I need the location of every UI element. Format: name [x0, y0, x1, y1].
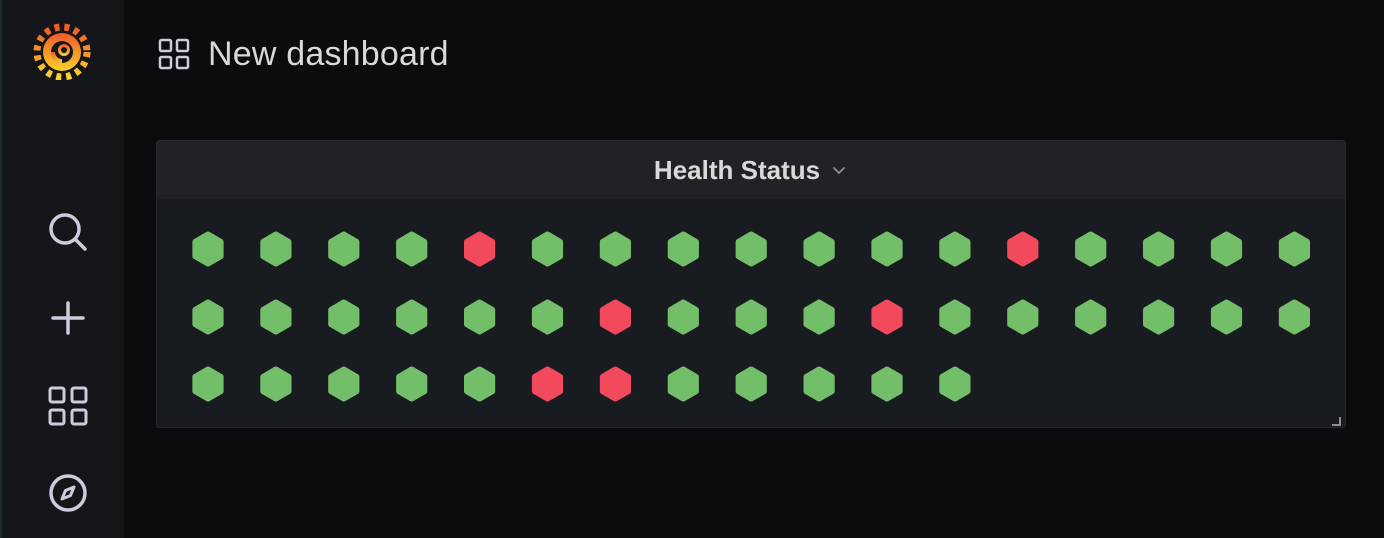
health-cell-ok[interactable]: [260, 299, 292, 335]
health-cell-ok[interactable]: [1143, 231, 1175, 267]
nav-create[interactable]: [40, 292, 96, 348]
health-cell-ok[interactable]: [735, 299, 767, 335]
health-cell-ok[interactable]: [1278, 231, 1310, 267]
health-cell-ok[interactable]: [260, 231, 292, 267]
resize-handle-icon[interactable]: [1331, 413, 1341, 426]
panel-title: Health Status: [653, 154, 821, 185]
health-cell-ok[interactable]: [464, 299, 496, 335]
health-cell-ok[interactable]: [667, 299, 699, 335]
health-cell-ok[interactable]: [803, 366, 835, 402]
sidebar: [0, 0, 124, 538]
health-cell-ok[interactable]: [803, 299, 835, 335]
dashboard-title[interactable]: New dashboard: [208, 35, 449, 74]
health-cell-ok[interactable]: [871, 366, 903, 402]
health-cell-ok[interactable]: [1210, 299, 1243, 335]
dashboard-header: New dashboard: [158, 30, 449, 78]
grafana-app: New dashboard Health Status: [0, 0, 1384, 538]
health-cell-ok[interactable]: [735, 231, 767, 267]
health-cell-fail[interactable]: [464, 231, 496, 267]
health-cell-ok[interactable]: [871, 231, 903, 267]
health-cell-fail[interactable]: [1007, 231, 1039, 267]
health-cell-ok[interactable]: [735, 366, 767, 402]
health-cell-ok[interactable]: [396, 231, 428, 267]
health-cell-ok[interactable]: [1143, 299, 1175, 335]
main-content: New dashboard Health Status: [124, 0, 1384, 538]
nav-search[interactable]: [40, 206, 96, 262]
explore-icon: [47, 472, 89, 519]
health-cell-ok[interactable]: [1210, 231, 1243, 267]
health-cell-ok[interactable]: [939, 231, 971, 267]
dashboard-grid-icon: [158, 38, 190, 70]
health-cell-ok[interactable]: [939, 366, 971, 402]
health-cell-ok[interactable]: [803, 231, 835, 267]
nav-dashboards[interactable]: [40, 380, 96, 436]
health-status-panel: Health Status: [156, 140, 1346, 428]
health-cell-fail[interactable]: [599, 299, 631, 335]
health-cell-ok[interactable]: [192, 299, 224, 335]
health-cell-ok[interactable]: [939, 299, 971, 335]
plus-icon: [50, 300, 86, 341]
health-cell-ok[interactable]: [396, 366, 428, 402]
polystat-grid: [192, 231, 1310, 402]
health-cell-ok[interactable]: [531, 231, 564, 267]
health-cell-ok[interactable]: [667, 231, 699, 267]
health-cell-ok[interactable]: [260, 366, 292, 402]
health-cell-ok[interactable]: [1007, 299, 1039, 335]
chevron-down-icon: [830, 161, 848, 179]
health-cell-fail[interactable]: [599, 366, 631, 402]
health-cell-ok[interactable]: [531, 299, 564, 335]
grafana-logo-icon[interactable]: [32, 20, 92, 81]
health-cell-ok[interactable]: [599, 231, 631, 267]
health-cell-ok[interactable]: [192, 366, 224, 402]
nav-explore[interactable]: [40, 467, 96, 523]
health-cell-ok[interactable]: [192, 231, 224, 267]
health-cell-ok[interactable]: [1075, 299, 1107, 335]
health-cell-ok[interactable]: [328, 231, 360, 267]
search-icon: [47, 211, 89, 258]
health-cell-ok[interactable]: [328, 366, 360, 402]
health-cell-ok[interactable]: [328, 299, 360, 335]
health-cell-ok[interactable]: [1278, 299, 1310, 335]
dashboards-icon: [47, 385, 89, 432]
health-cell-ok[interactable]: [667, 366, 699, 402]
health-cell-fail[interactable]: [871, 299, 903, 335]
health-cell-ok[interactable]: [464, 366, 496, 402]
health-cell-ok[interactable]: [396, 299, 428, 335]
health-cell-fail[interactable]: [531, 366, 564, 402]
health-cell-ok[interactable]: [1075, 231, 1107, 267]
panel-header[interactable]: Health Status: [157, 141, 1345, 199]
